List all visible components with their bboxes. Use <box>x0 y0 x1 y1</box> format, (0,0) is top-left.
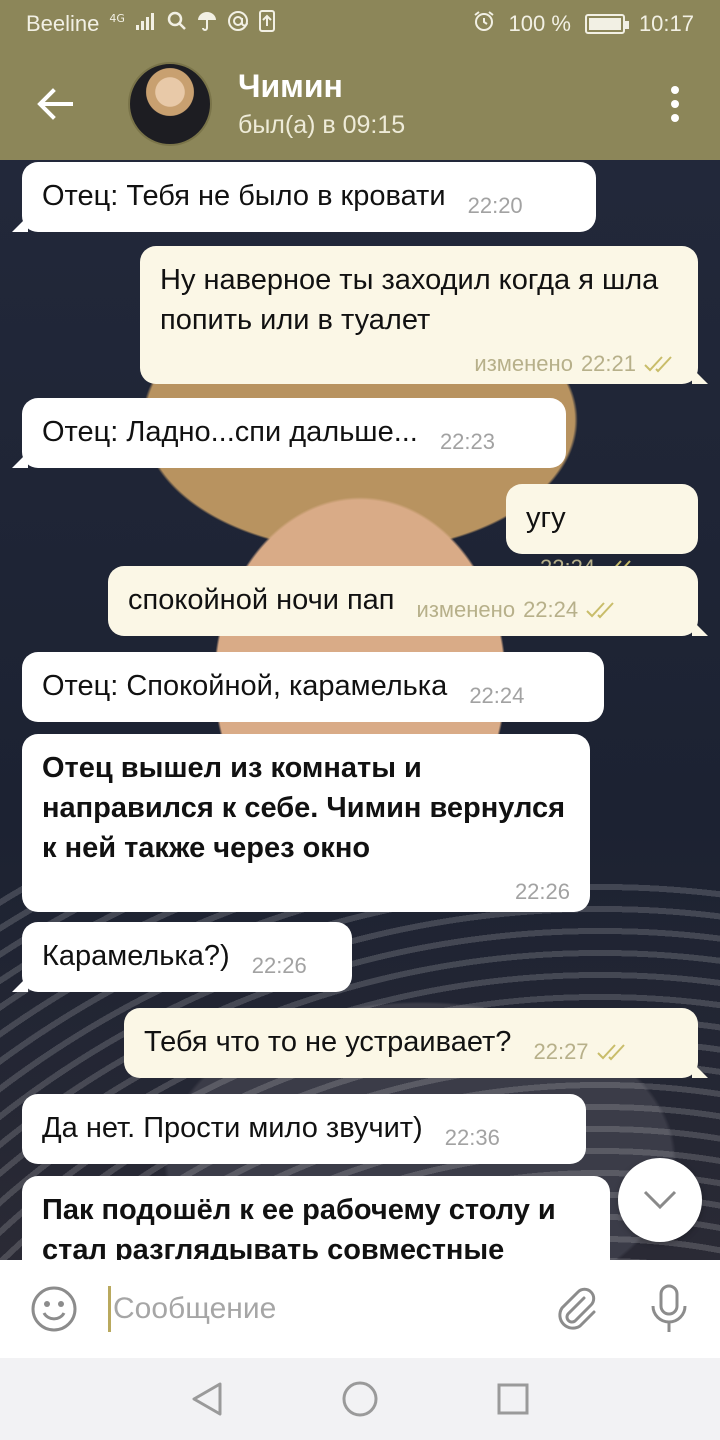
message-incoming[interactable]: Отец вышел из комнаты и направился к себ… <box>22 734 590 912</box>
status-right: 100 % 10:17 <box>473 10 694 38</box>
clock: 10:17 <box>638 11 694 36</box>
message-time: 22:20 <box>467 193 523 218</box>
message-text: Отец: Спокойной, карамелька <box>42 670 448 702</box>
text-caret <box>108 1286 111 1332</box>
message-incoming[interactable]: Пак подошёл к ее рабочему столу и стал р… <box>22 1176 610 1260</box>
scroll-down-button[interactable] <box>618 1158 702 1242</box>
network-type-label: 4G <box>109 11 125 25</box>
more-vertical-icon <box>671 86 679 94</box>
message-meta: изменено 22:24 <box>417 590 621 630</box>
message-meta: 22:24 <box>469 676 524 716</box>
message-time: 22:21 <box>580 351 636 376</box>
message-meta: изменено 22:21 <box>160 344 678 384</box>
more-menu-button[interactable] <box>660 82 690 126</box>
message-text: Отец вышел из комнаты и направился к себ… <box>42 752 566 864</box>
message-outgoing[interactable]: Ну наверное ты заходил когда я шла попит… <box>140 246 708 384</box>
contact-name: Чимин <box>238 68 343 104</box>
message-meta: 22:36 <box>445 1118 500 1158</box>
message-time: 22:36 <box>444 1125 500 1150</box>
search-icon <box>167 11 187 37</box>
message-meta: 22:20 <box>468 186 523 226</box>
message-outgoing[interactable]: Тебя что то не устраивает? 22:27 <box>124 1008 708 1078</box>
message-incoming[interactable]: Да нет. Прости мило звучит) 22:36 <box>22 1094 586 1164</box>
message-input-wrap <box>108 1279 528 1339</box>
message-text: спокойной ночи пап <box>128 584 395 616</box>
status-bar: Beeline 4G 100 % 10:17 <box>0 0 720 48</box>
message-incoming[interactable]: Отец: Ладно...спи дальше... 22:23 <box>12 398 566 468</box>
circle-home-icon <box>342 1381 378 1417</box>
at-sign-icon <box>227 10 249 38</box>
message-text: Ну наверное ты заходил когда я шла попит… <box>160 264 659 336</box>
message-time: 22:26 <box>251 953 307 978</box>
edited-label: изменено <box>474 351 573 376</box>
message-incoming[interactable]: Отец: Спокойной, карамелька 22:24 <box>22 652 604 722</box>
system-nav-bar <box>0 1358 720 1440</box>
message-text: Карамелька?) <box>42 940 230 972</box>
nav-home-button[interactable] <box>339 1378 381 1420</box>
message-text: Пак подошёл к ее рабочему столу и стал р… <box>42 1194 556 1260</box>
message-text: Отец: Ладно...спи дальше... <box>42 416 418 448</box>
menu-dot <box>671 114 679 122</box>
message-text: Да нет. Прости мило звучит) <box>42 1112 423 1144</box>
triangle-back-icon <box>192 1382 222 1416</box>
message-outgoing[interactable]: спокойной ночи пап изменено 22:24 <box>108 566 708 636</box>
message-text: угу <box>526 502 566 534</box>
chat-header: Чимин был(а) в 09:15 <box>0 48 720 160</box>
message-time: 22:26 <box>514 879 570 904</box>
message-meta: 22:26 <box>42 872 570 912</box>
umbrella-icon <box>197 11 217 37</box>
last-seen-status: был(а) в 09:15 <box>238 111 406 139</box>
double-check-icon <box>596 1043 631 1061</box>
chevron-down-icon <box>643 1190 677 1210</box>
alarm-icon <box>473 10 495 38</box>
double-check-icon <box>644 355 678 373</box>
menu-dot <box>671 100 679 108</box>
message-text: Тебя что то не устраивает? <box>144 1026 512 1058</box>
message-meta: 22:27 <box>533 1032 630 1072</box>
square-recents-icon <box>497 1383 529 1415</box>
smile-icon <box>31 1286 77 1332</box>
message-composer <box>0 1260 720 1358</box>
message-time: 22:23 <box>439 429 495 454</box>
message-meta: 22:26 <box>252 946 307 986</box>
message-time: 22:24 <box>469 683 525 708</box>
message-incoming[interactable]: Отец: Тебя не было в кровати 22:20 <box>12 162 596 232</box>
message-incoming[interactable]: Карамелька?) 22:26 <box>12 922 352 992</box>
contact-info[interactable]: Чимин был(а) в 09:15 <box>238 68 405 140</box>
message-meta: 22:23 <box>440 422 495 462</box>
arrow-left-icon <box>37 88 73 120</box>
edited-label: изменено <box>416 597 516 622</box>
paperclip-icon <box>558 1287 596 1330</box>
carrier-label: Beeline <box>26 11 100 36</box>
battery-icon <box>584 14 629 34</box>
message-text: Отец: Тебя не было в кровати <box>42 180 446 212</box>
message-input[interactable] <box>113 1292 503 1326</box>
message-outgoing[interactable]: угу 22:24 <box>506 484 698 580</box>
upload-icon <box>258 10 275 38</box>
attach-button[interactable] <box>548 1280 606 1338</box>
message-time: 22:27 <box>533 1039 589 1064</box>
status-left: Beeline 4G <box>26 10 275 38</box>
message-time: 22:24 <box>523 597 579 622</box>
microphone-icon <box>651 1284 687 1332</box>
battery-percent: 100 % <box>508 11 571 36</box>
nav-back-button[interactable] <box>186 1378 228 1420</box>
nav-recents-button[interactable] <box>492 1378 534 1420</box>
emoji-button[interactable] <box>0 1260 108 1358</box>
microphone-button[interactable] <box>640 1280 698 1338</box>
double-check-icon <box>586 601 620 619</box>
signal-icon <box>135 11 157 37</box>
avatar[interactable] <box>128 62 212 146</box>
back-button[interactable] <box>0 48 110 160</box>
